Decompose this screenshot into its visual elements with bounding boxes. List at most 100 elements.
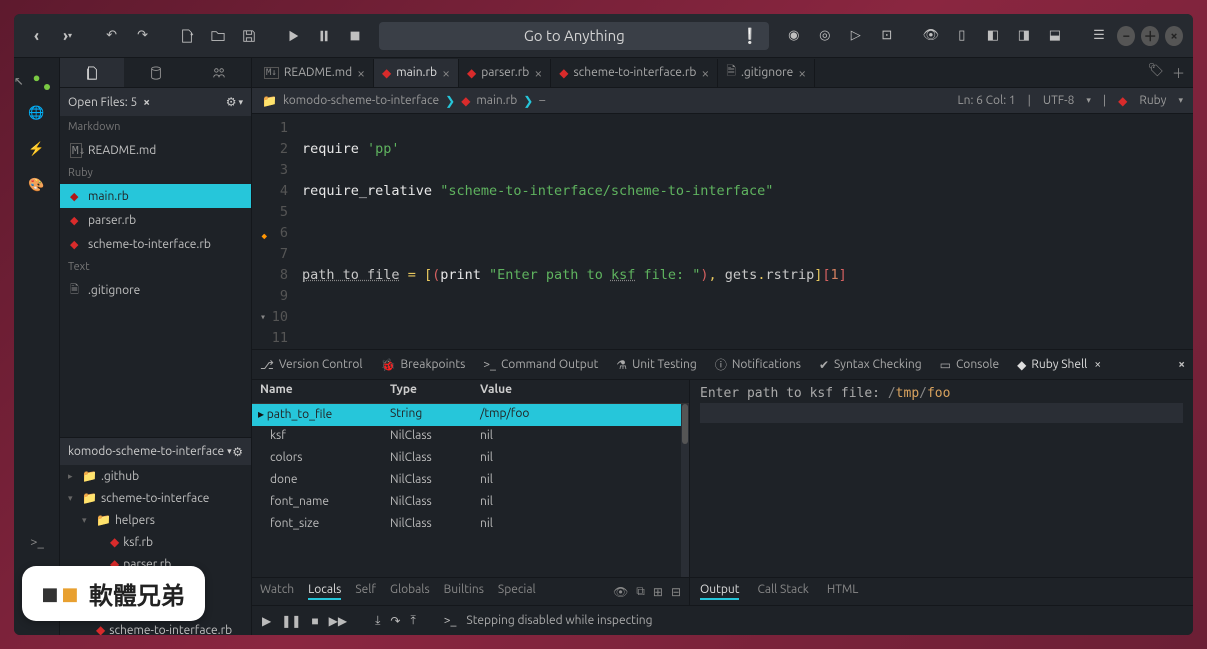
line-col-status[interactable]: Ln: 6 Col: 1 <box>957 94 1015 107</box>
nav-forward-button[interactable]: ›▾ <box>55 22 80 50</box>
open-file-item[interactable]: 🗎.gitignore <box>60 278 251 302</box>
step-out-button[interactable]: ⤒ <box>410 614 415 628</box>
locals-footer-tab[interactable]: Watch <box>260 583 294 600</box>
col-header-value[interactable]: Value <box>472 380 689 403</box>
pause-button[interactable] <box>311 22 336 50</box>
tab-close-icon[interactable]: × <box>442 65 450 81</box>
editor-tab[interactable]: ◆main.rb× <box>374 59 459 87</box>
tree-arrow-icon[interactable]: ▾ <box>82 515 92 526</box>
panel-tab[interactable]: 🐞Breakpoints <box>381 356 466 373</box>
layout-single-icon[interactable]: ▯ <box>949 22 974 50</box>
sidetab-database[interactable] <box>124 58 188 87</box>
record-start-icon[interactable]: ◉ <box>781 22 806 50</box>
status-dot-icon[interactable]: ● <box>26 66 48 88</box>
locals-row[interactable]: colorsNilClassnil <box>252 448 689 470</box>
editor-tab[interactable]: ◆scheme-to-interface.rb× <box>551 59 718 87</box>
locals-footer-tab[interactable]: Locals <box>308 583 341 600</box>
tabbar-add-icon[interactable]: ＋ <box>1172 63 1185 82</box>
record-play-icon[interactable]: ▷ <box>843 22 868 50</box>
locals-footer-tab[interactable]: Self <box>355 583 376 600</box>
code-content[interactable]: require 'pp' require_relative "scheme-to… <box>298 114 1193 349</box>
open-file-item[interactable]: ◆main.rb <box>60 184 251 208</box>
globe-icon[interactable]: 🌐 <box>26 102 48 124</box>
debug-pause-button[interactable]: ❚❚ <box>281 614 301 628</box>
tree-item[interactable]: ▸📁.github <box>60 465 251 487</box>
encoding-status[interactable]: UTF-8 <box>1043 94 1074 107</box>
debug-stop-button[interactable]: ■ <box>311 614 318 628</box>
save-button[interactable] <box>236 22 261 50</box>
remove-icon[interactable]: ⊟ <box>671 585 681 599</box>
panel-tab[interactable]: >_Command Output <box>483 356 598 373</box>
run-button[interactable] <box>280 22 305 50</box>
open-file-item[interactable]: ◆scheme-to-interface.rb <box>60 232 251 256</box>
sidetab-collab[interactable] <box>187 58 251 87</box>
debug-play-button[interactable]: ▶ <box>262 614 271 628</box>
tree-item[interactable]: ◆scheme-to-interface.rb <box>60 619 251 635</box>
locals-row[interactable]: font_sizeNilClassnil <box>252 514 689 536</box>
window-maximize-button[interactable]: ＋ <box>1141 26 1159 46</box>
locals-row[interactable]: ksfNilClassnil <box>252 426 689 448</box>
open-file-item[interactable]: ◆parser.rb <box>60 208 251 232</box>
locals-row[interactable]: doneNilClassnil <box>252 470 689 492</box>
stop-button[interactable] <box>342 22 367 50</box>
terminal-icon[interactable]: >_ <box>26 531 48 553</box>
editor-tab[interactable]: M↓README.md× <box>256 59 374 87</box>
open-file-button[interactable] <box>205 22 230 50</box>
layout-right-icon[interactable]: ◨ <box>1011 22 1036 50</box>
tree-arrow-icon[interactable]: ▸ <box>68 471 78 482</box>
panel-tab[interactable]: ◆Ruby Shell× <box>1017 356 1101 373</box>
tabbar-tag-icon[interactable]: 🏷 <box>1147 63 1164 82</box>
chevron-down-icon[interactable]: ▾ <box>238 97 243 108</box>
flash-icon[interactable]: ⚡ <box>26 138 48 160</box>
panel-close-icon[interactable]: × <box>1178 358 1185 371</box>
panel-tab[interactable]: ⎇Version Control <box>260 356 363 373</box>
undo-button[interactable]: ↶ <box>99 22 124 50</box>
gear-icon[interactable]: ⚙ <box>226 95 237 109</box>
tab-close-icon[interactable]: × <box>701 65 709 81</box>
layout-bottom-icon[interactable]: ⬓ <box>1042 22 1067 50</box>
tree-item[interactable]: ▾📁scheme-to-interface <box>60 487 251 509</box>
chevron-down-icon[interactable]: ▾ <box>1086 95 1091 106</box>
tree-arrow-icon[interactable]: ▾ <box>68 493 78 504</box>
eye-icon[interactable]: 👁 <box>613 585 628 599</box>
fold-toggle-icon[interactable]: ▾ <box>260 307 266 328</box>
tab-close-icon[interactable]: × <box>798 65 806 81</box>
breadcrumb-folder[interactable]: komodo-scheme-to-interface <box>283 94 439 107</box>
locals-footer-tab[interactable]: Builtins <box>444 583 484 600</box>
goto-anything-input[interactable]: Go to Anything ❕ <box>379 22 769 50</box>
step-over-button[interactable]: ↷ <box>390 614 400 628</box>
sidetab-files[interactable] <box>60 58 124 87</box>
redo-button[interactable]: ↷ <box>130 22 155 50</box>
gear-icon[interactable]: ⚙ <box>232 445 243 459</box>
panel-tab[interactable]: ✔Syntax Checking <box>819 356 922 373</box>
layout-left-icon[interactable]: ◧ <box>980 22 1005 50</box>
add-icon[interactable]: ⊞ <box>653 585 663 599</box>
locals-row[interactable]: font_nameNilClassnil <box>252 492 689 514</box>
col-header-name[interactable]: Name <box>252 380 382 403</box>
step-in-button[interactable]: ⤓ <box>375 614 380 628</box>
editor-tab[interactable]: ◆parser.rb× <box>459 59 551 87</box>
view-eye-icon[interactable]: 👁 <box>918 22 943 50</box>
shell-input-line[interactable] <box>700 403 1183 423</box>
open-file-item[interactable]: M↓README.md <box>60 138 251 162</box>
code-editor[interactable]: 12345 🔸6 789 ▾10 1112 require 'pp' requi… <box>252 114 1193 349</box>
new-file-button[interactable] <box>174 22 199 50</box>
panel-tab[interactable]: ⓘNotifications <box>715 356 801 373</box>
shell-footer-tab[interactable]: Call Stack <box>757 583 808 600</box>
language-status[interactable]: Ruby <box>1139 94 1166 107</box>
window-minimize-button[interactable]: − <box>1117 26 1135 46</box>
scrollbar[interactable] <box>681 404 689 577</box>
panel-tab[interactable]: ⚗Unit Testing <box>616 356 697 373</box>
debug-fast-forward-button[interactable]: ▶▶ <box>329 614 347 628</box>
tab-close-icon[interactable]: × <box>357 65 365 81</box>
open-files-close-icon[interactable]: × <box>143 96 150 109</box>
locals-footer-tab[interactable]: Special <box>498 583 536 600</box>
col-header-type[interactable]: Type <box>382 380 472 403</box>
shell-output[interactable]: Enter path to ksf file: /tmp/foo ↖ <box>690 380 1193 577</box>
tree-item[interactable]: ▾📁helpers <box>60 509 251 531</box>
shell-footer-tab[interactable]: Output <box>700 583 739 600</box>
tab-close-icon[interactable]: × <box>534 65 542 81</box>
chevron-down-icon[interactable]: ▾ <box>227 446 232 457</box>
locals-row[interactable]: path_to_fileString/tmp/foo <box>252 404 689 426</box>
chevron-down-icon[interactable]: ▾ <box>1178 95 1183 106</box>
